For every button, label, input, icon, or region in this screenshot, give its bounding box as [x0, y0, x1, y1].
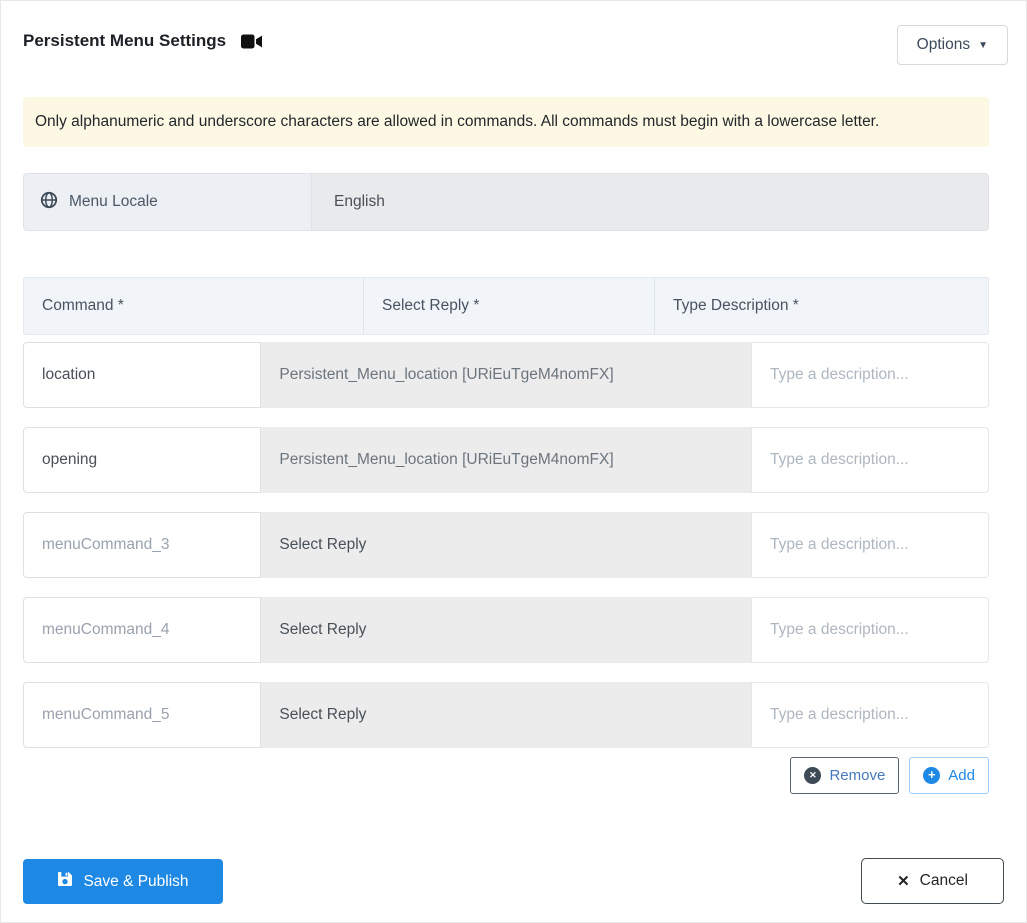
menu-locale-label-cell: Menu Locale — [24, 174, 312, 230]
card-header: Persistent Menu Settings — [23, 31, 263, 51]
add-button-label: Add — [948, 767, 975, 784]
menu-locale-value-text: English — [334, 193, 385, 210]
video-camera-icon — [241, 34, 263, 49]
select-reply-dropdown[interactable]: Select Reply — [261, 512, 751, 578]
description-input[interactable] — [751, 512, 989, 578]
command-input[interactable] — [23, 597, 262, 663]
table-row: Persistent_Menu_location [URiEuTgeM4nomF… — [23, 342, 989, 408]
warning-alert-text: Only alphanumeric and underscore charact… — [35, 113, 880, 130]
description-input[interactable] — [751, 682, 989, 748]
cancel-label: Cancel — [919, 872, 968, 889]
description-input[interactable] — [751, 597, 989, 663]
row-actions: ✕ Remove + Add — [23, 757, 989, 794]
select-reply-dropdown[interactable]: Persistent_Menu_location [URiEuTgeM4nomF… — [261, 427, 751, 493]
command-input[interactable] — [23, 512, 262, 578]
select-reply-dropdown[interactable]: Select Reply — [261, 682, 751, 748]
save-publish-button[interactable]: Save & Publish — [23, 859, 223, 904]
menu-locale-label: Menu Locale — [69, 193, 158, 210]
floppy-disk-icon — [57, 871, 73, 892]
description-input[interactable] — [751, 427, 989, 493]
description-input[interactable] — [751, 342, 989, 408]
options-button[interactable]: Options ▼ — [896, 25, 1008, 65]
column-header-command: Command * — [24, 278, 364, 334]
command-input[interactable] — [23, 682, 262, 748]
select-reply-dropdown[interactable]: Persistent_Menu_location [URiEuTgeM4nomF… — [261, 342, 751, 408]
command-input[interactable] — [23, 427, 262, 493]
table-row: Select Reply — [23, 682, 989, 748]
select-reply-dropdown[interactable]: Select Reply — [261, 597, 751, 663]
options-button-label: Options — [916, 36, 971, 53]
warning-alert: Only alphanumeric and underscore charact… — [23, 97, 989, 147]
command-rows: Persistent_Menu_location [URiEuTgeM4nomF… — [23, 342, 989, 767]
menu-locale-value: English — [312, 174, 988, 230]
plus-circle-icon: + — [923, 767, 941, 784]
column-header-select-reply: Select Reply * — [364, 278, 655, 334]
remove-button-label: Remove — [829, 767, 886, 784]
x-mark-icon: ✕ — [897, 873, 910, 890]
command-input[interactable] — [23, 342, 262, 408]
x-circle-icon: ✕ — [804, 767, 822, 784]
remove-row-button[interactable]: ✕ Remove — [790, 757, 900, 794]
table-row: Select Reply — [23, 597, 989, 663]
menu-locale-group: Menu Locale English — [23, 173, 989, 231]
caret-down-icon: ▼ — [978, 39, 988, 51]
save-publish-label: Save & Publish — [83, 872, 189, 890]
page-title: Persistent Menu Settings — [23, 31, 227, 50]
add-row-button[interactable]: + Add — [909, 757, 989, 794]
table-row: Select Reply — [23, 512, 989, 578]
persistent-menu-settings-card: Persistent Menu Settings Options ▼ Only … — [0, 0, 1027, 923]
cancel-button[interactable]: ✕ Cancel — [861, 858, 1004, 904]
table-header: Command * Select Reply * Type Descriptio… — [23, 277, 989, 335]
table-row: Persistent_Menu_location [URiEuTgeM4nomF… — [23, 427, 989, 493]
globe-icon — [40, 191, 58, 214]
column-header-type-description: Type Description * — [673, 297, 799, 314]
